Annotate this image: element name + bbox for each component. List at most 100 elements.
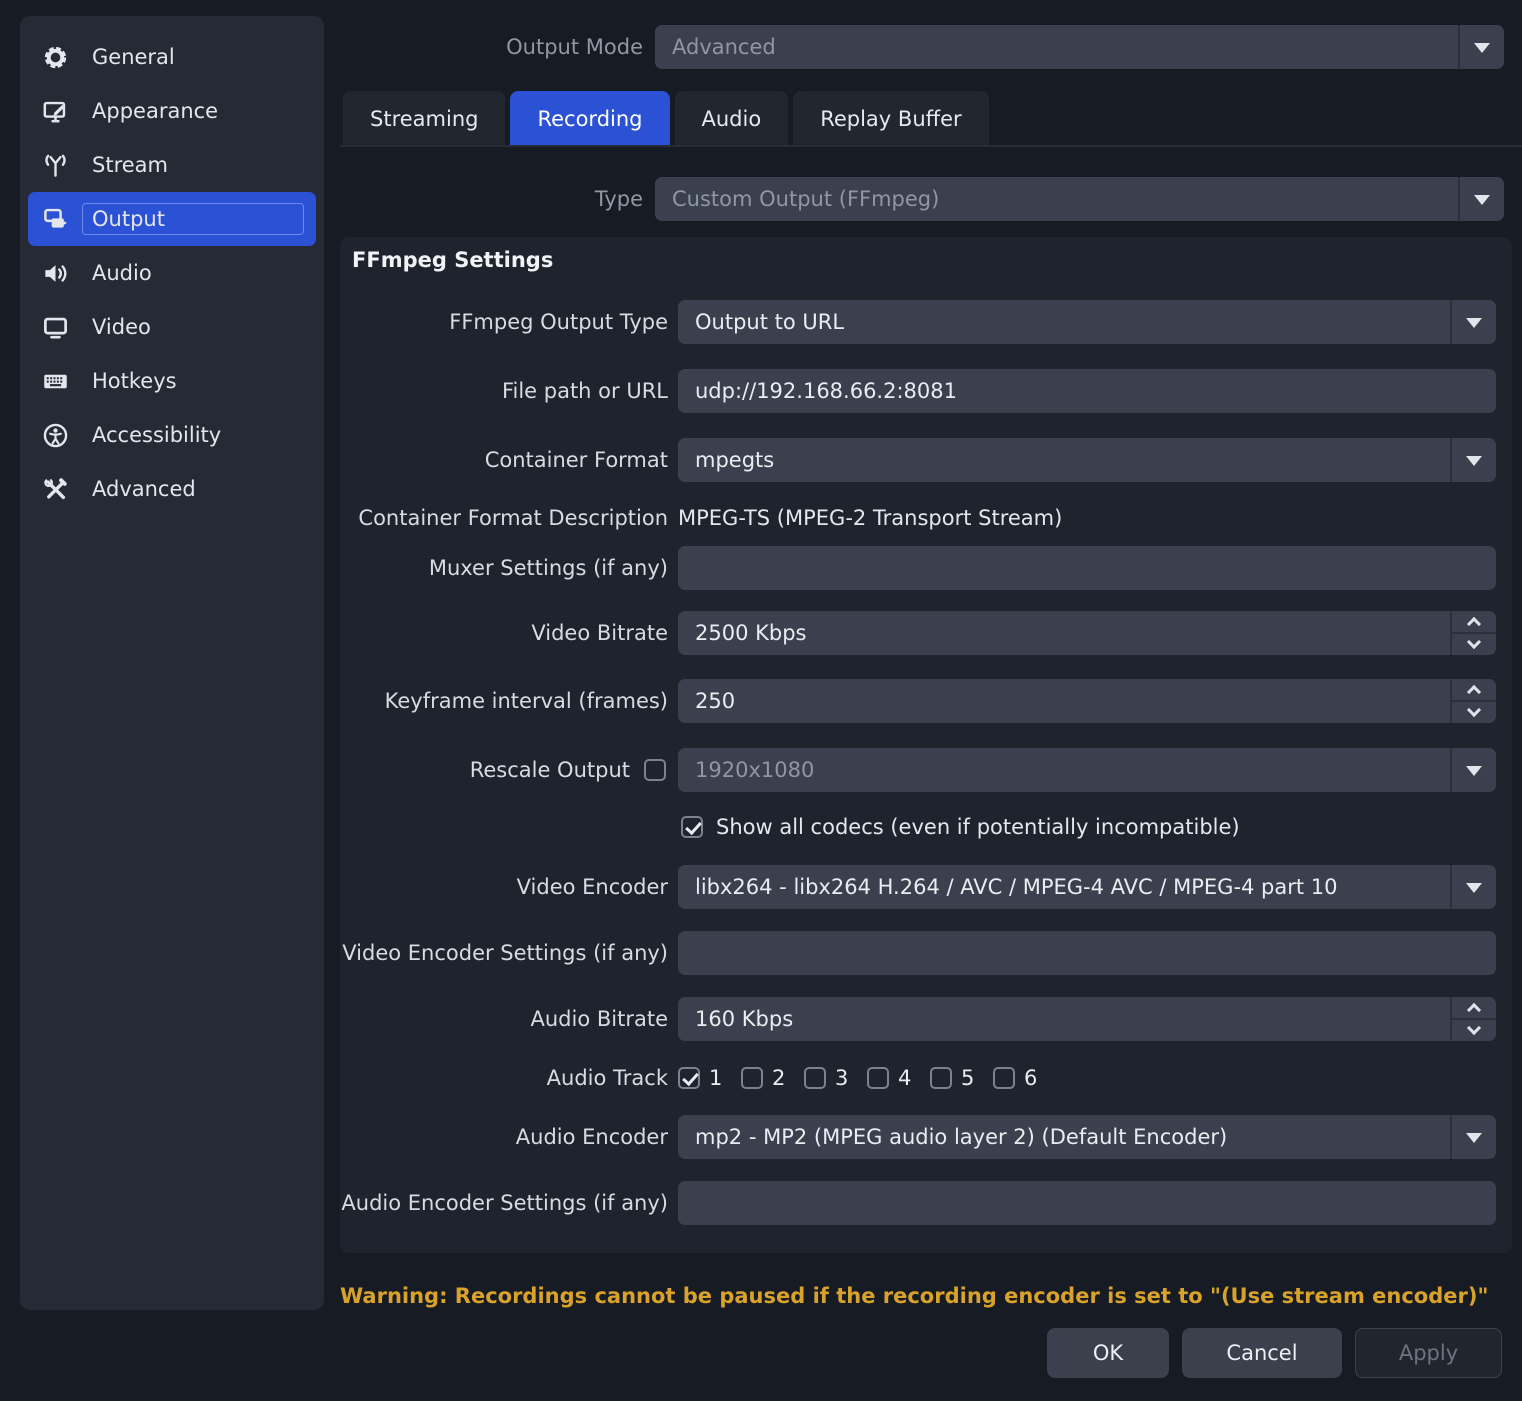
video-icon [40, 312, 70, 342]
video-bitrate-spinner[interactable]: 2500 Kbps [678, 611, 1496, 655]
audio-track-6-checkbox[interactable] [993, 1067, 1015, 1089]
accessibility-icon [40, 420, 70, 450]
tabs-divider [340, 145, 1522, 147]
chevron-down-icon [1474, 195, 1490, 205]
audio-bitrate-label: Audio Bitrate [340, 1007, 668, 1031]
type-row: Type Custom Output (FFmpeg) [340, 177, 1504, 221]
dialog-footer: OK Cancel Apply [1047, 1328, 1502, 1378]
video-bitrate-label: Video Bitrate [340, 621, 668, 645]
ffmpeg-settings-title: FFmpeg Settings [352, 248, 553, 272]
video-encoder-settings-label: Video Encoder Settings (if any) [340, 941, 668, 965]
tab-replay-buffer[interactable]: Replay Buffer [793, 91, 988, 147]
chevron-up-icon [1467, 616, 1481, 630]
chevron-down-icon [1466, 883, 1482, 893]
container-format-label: Container Format [340, 448, 668, 472]
sidebar-item-audio[interactable]: Audio [28, 246, 316, 300]
spin-up-button[interactable] [1452, 611, 1496, 634]
audio-track-1-checkbox[interactable] [678, 1067, 700, 1089]
ffmpeg-output-type-row: FFmpeg Output Type Output to URL [340, 300, 1512, 344]
audio-track-checkboxes: 123456 [678, 1066, 1056, 1090]
settings-sidebar: General Appearance StreamOutput Audio Video H… [20, 16, 324, 1310]
chevron-down-icon [1467, 1020, 1481, 1034]
audio-track-2-checkbox[interactable] [741, 1067, 763, 1089]
audio-track-4-checkbox[interactable] [867, 1067, 889, 1089]
video-encoder-row: Video Encoder libx264 - libx264 H.264 / … [340, 865, 1512, 909]
muxer-settings-label: Muxer Settings (if any) [340, 556, 668, 580]
audio-encoder-dropdown[interactable]: mp2 - MP2 (MPEG audio layer 2) (Default … [678, 1115, 1496, 1159]
audio-encoder-settings-row: Audio Encoder Settings (if any) [340, 1181, 1512, 1225]
appearance-icon [40, 96, 70, 126]
keyframe-interval-spinner[interactable]: 250 [678, 679, 1496, 723]
audio-encoder-row: Audio Encoder mp2 - MP2 (MPEG audio laye… [340, 1115, 1512, 1159]
audio-track-number: 5 [961, 1066, 975, 1090]
sidebar-item-label: Hotkeys [82, 365, 187, 397]
show-all-codecs-checkbox[interactable] [681, 816, 703, 838]
sidebar-item-stream[interactable]: Stream [28, 138, 316, 192]
sidebar-item-appearance[interactable]: Appearance [28, 84, 316, 138]
spin-down-button[interactable] [1452, 634, 1496, 655]
output-icon [40, 204, 70, 234]
spinner-buttons [1450, 997, 1496, 1041]
dropdown-divider [1458, 177, 1460, 221]
sidebar-item-label: Advanced [82, 473, 206, 505]
audio-track-5-checkbox[interactable] [930, 1067, 952, 1089]
audio-track-row: Audio Track 123456 [340, 1066, 1512, 1090]
audio-bitrate-row: Audio Bitrate 160 Kbps [340, 997, 1512, 1041]
sidebar-item-label: Accessibility [82, 419, 231, 451]
keyframe-interval-label: Keyframe interval (frames) [340, 689, 668, 713]
spin-up-button[interactable] [1452, 997, 1496, 1020]
sidebar-item-output[interactable]: Output [28, 192, 316, 246]
chevron-down-icon [1466, 318, 1482, 328]
type-dropdown[interactable]: Custom Output (FFmpeg) [655, 177, 1504, 221]
muxer-settings-input[interactable] [678, 546, 1496, 590]
audio-track-number: 3 [835, 1066, 849, 1090]
keyframe-interval-row: Keyframe interval (frames) 250 [340, 679, 1512, 723]
audio-bitrate-spinner[interactable]: 160 Kbps [678, 997, 1496, 1041]
hotkeys-icon [40, 366, 70, 396]
container-format-row: Container Format mpegts [340, 438, 1512, 482]
obs-settings-window: { "colors": { "accent": "#2b51d5", "warn… [0, 0, 1522, 1401]
spin-down-button[interactable] [1452, 1020, 1496, 1041]
audio-icon [40, 258, 70, 288]
sidebar-item-label: Video [82, 311, 161, 343]
video-encoder-settings-input[interactable] [678, 931, 1496, 975]
sidebar-item-advanced[interactable]: Advanced [28, 462, 316, 516]
file-path-input[interactable]: udp://192.168.66.2:8081 [678, 369, 1496, 413]
audio-bitrate-value: 160 Kbps [695, 1007, 793, 1031]
ok-button[interactable]: OK [1047, 1328, 1169, 1378]
ffmpeg-output-type-dropdown[interactable]: Output to URL [678, 300, 1496, 344]
audio-track-number: 4 [898, 1066, 912, 1090]
rescale-output-checkbox[interactable] [644, 759, 666, 781]
dropdown-divider [1450, 438, 1452, 482]
audio-track-number: 1 [709, 1066, 723, 1090]
audio-track-3-checkbox[interactable] [804, 1067, 826, 1089]
spin-up-button[interactable] [1452, 679, 1496, 702]
audio-encoder-label: Audio Encoder [340, 1125, 668, 1149]
sidebar-item-label: Appearance [82, 95, 228, 127]
rescale-output-dropdown[interactable]: 1920x1080 [678, 748, 1496, 792]
tab-audio[interactable]: Audio [675, 91, 789, 147]
stream-icon [40, 150, 70, 180]
sidebar-item-general[interactable]: General [28, 30, 316, 84]
video-encoder-label: Video Encoder [340, 875, 668, 899]
video-bitrate-row: Video Bitrate 2500 Kbps [340, 611, 1512, 655]
cancel-button[interactable]: Cancel [1182, 1328, 1342, 1378]
file-path-label: File path or URL [340, 379, 668, 403]
spin-down-button[interactable] [1452, 702, 1496, 723]
apply-button[interactable]: Apply [1355, 1328, 1502, 1378]
video-encoder-dropdown[interactable]: libx264 - libx264 H.264 / AVC / MPEG-4 A… [678, 865, 1496, 909]
chevron-up-icon [1467, 1002, 1481, 1016]
tab-streaming[interactable]: Streaming [343, 91, 505, 147]
dropdown-divider [1450, 865, 1452, 909]
sidebar-item-accessibility[interactable]: Accessibility [28, 408, 316, 462]
output-mode-dropdown[interactable]: Advanced [655, 25, 1504, 69]
tab-recording[interactable]: Recording [510, 91, 669, 147]
audio-track-label: Audio Track [340, 1066, 668, 1090]
container-format-value: mpegts [695, 448, 774, 472]
sidebar-item-hotkeys[interactable]: Hotkeys [28, 354, 316, 408]
audio-encoder-settings-input[interactable] [678, 1181, 1496, 1225]
container-format-dropdown[interactable]: mpegts [678, 438, 1496, 482]
sidebar-item-video[interactable]: Video [28, 300, 316, 354]
advanced-icon [40, 474, 70, 504]
sidebar-item-label: Audio [82, 257, 162, 289]
